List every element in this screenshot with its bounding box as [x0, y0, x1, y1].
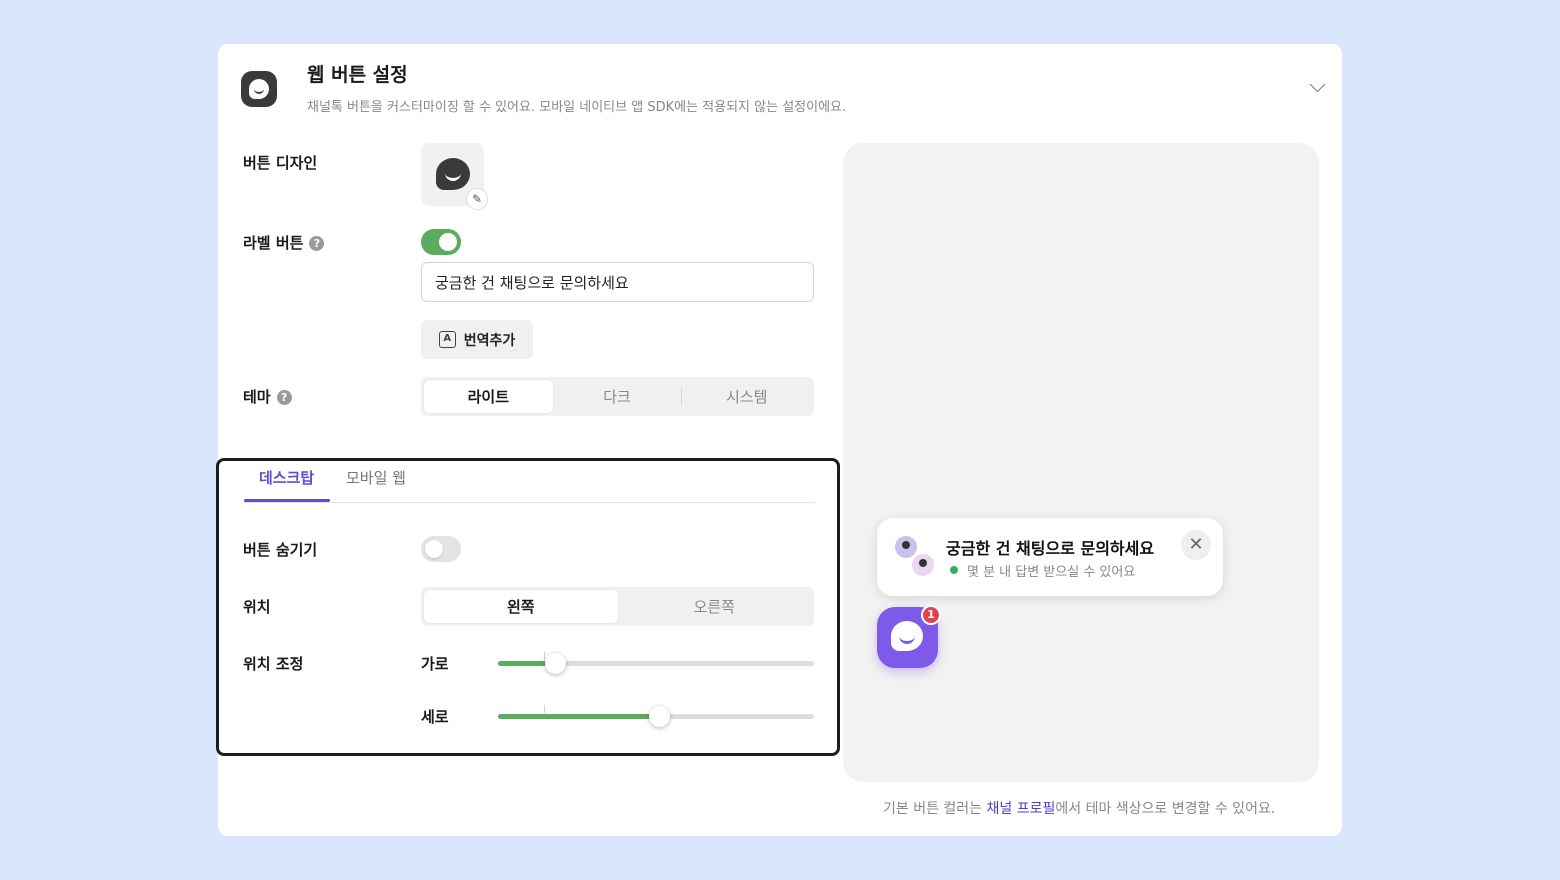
toggle-knob: [439, 233, 457, 251]
page-subtitle: 채널톡 버튼을 커스터마이징 할 수 있어요. 모바일 네이티브 앱 SDK에는…: [307, 100, 847, 115]
toggle-knob: [425, 540, 443, 558]
chat-bubble-icon: [436, 158, 470, 190]
footnote-text: 기본 버튼 컬러는: [883, 801, 987, 817]
active-tab-indicator: [244, 499, 330, 502]
translate-icon: A: [438, 331, 456, 348]
theme-segmented-control: 라이트 다크 시스템: [421, 377, 814, 416]
help-icon[interactable]: ?: [309, 236, 325, 251]
hide-button-toggle[interactable]: [421, 536, 461, 562]
position-option-right[interactable]: 오른쪽: [618, 590, 812, 623]
slider-default-tick: [544, 705, 545, 713]
vertical-slider[interactable]: [498, 705, 814, 727]
theme-option-system[interactable]: 시스템: [682, 380, 811, 413]
online-status-dot: [950, 566, 958, 574]
vertical-label: 세로: [421, 708, 449, 726]
popup-subtitle: 몇 분 내 답변 받으실 수 있어요: [967, 565, 1136, 580]
position-option-left[interactable]: 왼쪽: [424, 590, 618, 623]
channel-logo-icon: [241, 71, 277, 107]
theme-option-light[interactable]: 라이트: [424, 380, 553, 413]
popup-title: 궁금한 건 채팅으로 문의하세요: [946, 539, 1155, 558]
tab-divider: [244, 502, 814, 503]
label-button-toggle[interactable]: [421, 229, 461, 255]
footnote: 기본 버튼 컬러는 채널 프로필에서 테마 색상으로 변경할 수 있어요.: [883, 798, 1275, 818]
help-icon[interactable]: ?: [276, 390, 292, 405]
slider-fill: [498, 714, 660, 719]
add-translation-label: 번역추가: [463, 332, 516, 349]
position-label: 위치: [243, 598, 271, 616]
horizontal-slider[interactable]: [498, 652, 814, 674]
edit-icon[interactable]: ✎: [466, 188, 488, 210]
position-segmented-control: 왼쪽 오른쪽: [421, 587, 814, 626]
position-adjust-label: 위치 조정: [243, 655, 304, 673]
slider-thumb[interactable]: [649, 706, 671, 727]
agent-avatar: [910, 552, 936, 578]
preview-panel: [843, 143, 1319, 782]
theme-option-dark[interactable]: 다크: [553, 380, 682, 413]
theme-label: 테마: [243, 388, 271, 406]
tab-mobile-web[interactable]: 모바일 웹: [346, 467, 406, 488]
footnote-text: 에서 테마 색상으로 변경할 수 있어요.: [1055, 801, 1276, 817]
theme-row: 테마?: [243, 386, 292, 407]
close-icon[interactable]: ✕: [1181, 530, 1211, 560]
button-design-label: 버튼 디자인: [243, 154, 318, 172]
unread-badge: 1: [921, 605, 941, 625]
horizontal-label: 가로: [421, 655, 449, 673]
label-button-row: 라벨 버튼?: [243, 232, 325, 253]
channel-profile-link[interactable]: 채널 프로필: [987, 801, 1056, 817]
label-button-label: 라벨 버튼: [243, 234, 304, 252]
hide-button-label: 버튼 숨기기: [243, 541, 318, 559]
page-title: 웹 버튼 설정: [307, 64, 408, 86]
slider-thumb[interactable]: [544, 653, 566, 674]
add-translation-button[interactable]: A 번역추가: [421, 320, 533, 359]
label-text-input[interactable]: [421, 262, 814, 302]
tab-desktop[interactable]: 데스크탑: [259, 467, 314, 488]
